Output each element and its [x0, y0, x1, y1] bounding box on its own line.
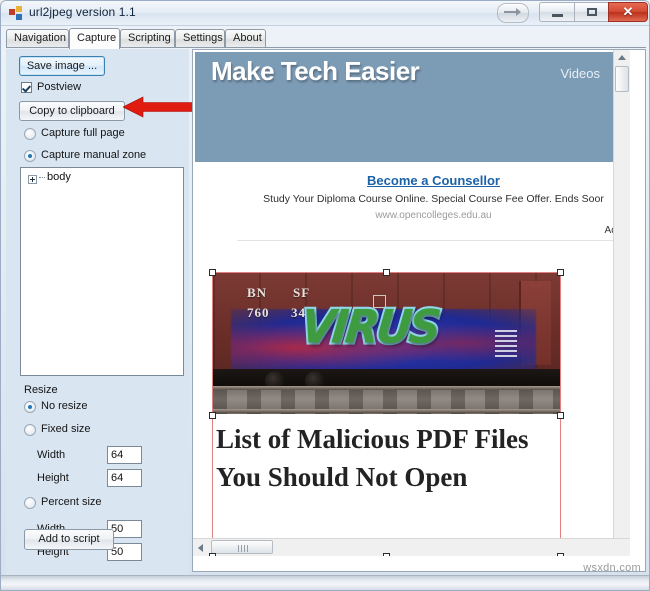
- ad-title-link[interactable]: Become a Counsellor: [237, 173, 630, 188]
- ad-url: www.opencolleges.edu.au: [375, 210, 492, 221]
- site-title: Make Tech Easier: [211, 56, 420, 86]
- selection-handle-top-right[interactable]: [557, 269, 564, 276]
- preview-vertical-scrollbar[interactable]: [613, 50, 630, 556]
- horizontal-scroll-thumb[interactable]: [211, 540, 273, 554]
- tab-settings[interactable]: Settings: [175, 29, 225, 48]
- fixed-width-input[interactable]: 64: [107, 446, 142, 464]
- fixed-height-label: Height: [37, 472, 69, 484]
- resize-section-label: Resize: [24, 384, 58, 396]
- arrow-up-icon[interactable]: [618, 55, 626, 60]
- tab-capture[interactable]: Capture: [69, 28, 120, 49]
- selection-handle-top-left[interactable]: [209, 269, 216, 276]
- tree-connector: [39, 177, 45, 179]
- maximize-button[interactable]: [574, 2, 610, 22]
- copy-to-clipboard-button[interactable]: Copy to clipboard: [19, 101, 125, 121]
- tree-node-label: body: [47, 171, 71, 183]
- postview-checkbox[interactable]: [21, 82, 32, 93]
- vertical-scroll-thumb[interactable]: [615, 66, 629, 92]
- capture-settings-panel: Save image ... Postview Copy to clipboar…: [6, 49, 189, 587]
- selection-handle-bottom-center[interactable]: [383, 553, 390, 556]
- window-frame: url2jpeg version 1.1 ✕ Navigation Captur…: [0, 0, 650, 591]
- help-arrow-icon[interactable]: [497, 3, 529, 23]
- radio-label: Capture manual zone: [41, 149, 147, 161]
- close-button[interactable]: ✕: [608, 2, 648, 22]
- plus-icon[interactable]: [28, 175, 37, 184]
- scroll-thumb-grip: [238, 545, 248, 552]
- app-squares-icon: [9, 6, 23, 20]
- watermark: wsxdn.com: [583, 562, 641, 574]
- manual-zone-selection[interactable]: [212, 272, 561, 556]
- ad-description: Study Your Diploma Course Online. Specia…: [263, 193, 604, 205]
- radio-label: No resize: [41, 400, 88, 412]
- fixed-height-input[interactable]: 64: [107, 469, 142, 487]
- site-header-banner: Make Tech Easier Videos: [195, 52, 622, 162]
- dom-tree-view[interactable]: body: [20, 167, 184, 376]
- site-nav-videos[interactable]: Videos: [560, 66, 600, 81]
- radio-icon[interactable]: [24, 401, 36, 413]
- radio-label: Fixed size: [41, 423, 91, 435]
- selection-handle-mid-left[interactable]: [209, 412, 216, 419]
- window-title: url2jpeg version 1.1: [29, 5, 136, 19]
- web-view[interactable]: Make Tech Easier Videos Become a Counsel…: [193, 50, 630, 556]
- minimize-button[interactable]: [539, 2, 575, 22]
- radio-icon[interactable]: [24, 497, 36, 509]
- selection-handle-mid-right[interactable]: [557, 412, 564, 419]
- fixed-width-label: Width: [37, 449, 66, 461]
- radio-icon[interactable]: [24, 150, 36, 162]
- close-icon: ✕: [622, 4, 634, 19]
- save-image-button[interactable]: Save image ...: [19, 56, 105, 76]
- radio-label: Capture full page: [41, 127, 125, 139]
- advertisement-block[interactable]: Become a Counsellor Study Your Diploma C…: [237, 172, 630, 241]
- tab-navigation[interactable]: Navigation: [6, 29, 69, 48]
- title-bar[interactable]: url2jpeg version 1.1 ✕: [1, 1, 649, 26]
- preview-horizontal-scrollbar[interactable]: [193, 538, 630, 556]
- arrow-left-icon[interactable]: [198, 544, 203, 552]
- radio-label: Percent size: [41, 496, 102, 508]
- tab-strip: Navigation Capture Scripting Settings Ab…: [6, 28, 646, 49]
- tab-scripting[interactable]: Scripting: [120, 29, 175, 48]
- scrollbar-corner: [614, 539, 630, 556]
- postview-label: Postview: [37, 81, 82, 93]
- web-preview-pane[interactable]: Make Tech Easier Videos Become a Counsel…: [192, 49, 646, 572]
- radio-icon[interactable]: [24, 128, 36, 140]
- selection-handle-bottom-left[interactable]: [209, 553, 216, 556]
- tab-about[interactable]: About: [225, 29, 266, 48]
- radio-icon[interactable]: [24, 424, 36, 436]
- application-window: url2jpeg version 1.1 ✕ Navigation Captur…: [0, 0, 650, 591]
- window-bottom-strip: [1, 575, 649, 590]
- selection-handle-top-center[interactable]: [383, 269, 390, 276]
- add-to-script-button[interactable]: Add to script: [24, 529, 114, 550]
- selection-handle-bottom-right[interactable]: [557, 553, 564, 556]
